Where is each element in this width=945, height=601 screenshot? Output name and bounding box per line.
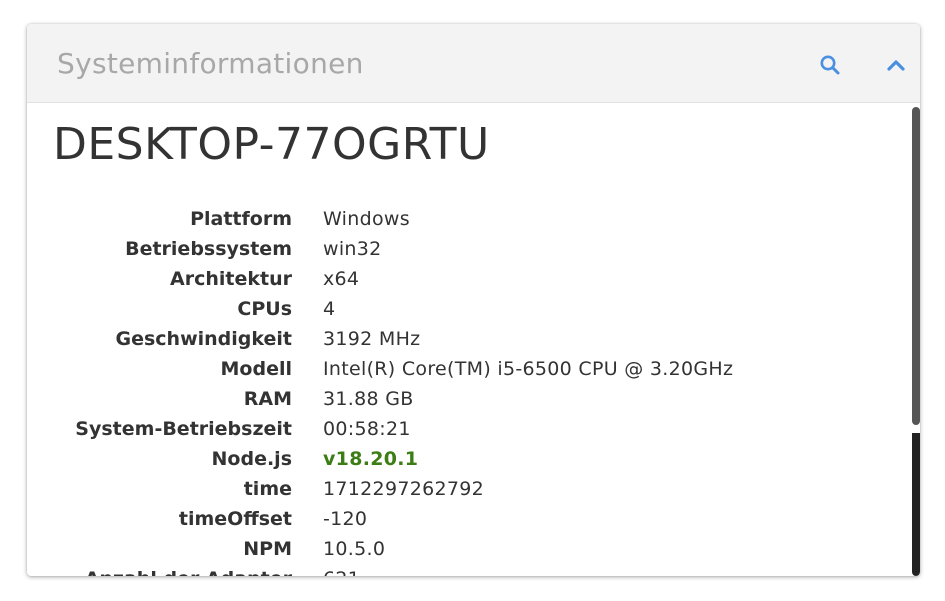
info-value: Windows: [323, 208, 410, 230]
info-label: Betriebssystem: [125, 238, 292, 260]
info-label: CPUs: [237, 298, 292, 320]
info-value: 4: [323, 298, 336, 320]
info-label: RAM: [243, 388, 292, 410]
info-label: Anzahl der Adapter: [85, 564, 292, 576]
info-value: 3192 MHz: [323, 328, 421, 350]
info-value: 1712297262792: [323, 478, 485, 500]
node-version-value: v18.20.1: [323, 448, 419, 470]
collapse-button[interactable]: [882, 51, 910, 79]
info-row-modell: Modell Intel(R) Core(TM) i5-6500 CPU @ 3…: [27, 354, 887, 384]
panel-body: DESKTOP-77OGRTU Plattform Windows Betrie…: [27, 103, 920, 576]
panel-title: Systeminformationen: [57, 47, 364, 80]
info-label: NPM: [243, 538, 292, 560]
info-row-geschwindigkeit: Geschwindigkeit 3192 MHz: [27, 324, 887, 354]
info-label: Node.js: [211, 448, 292, 470]
scrollbar-track-lower[interactable]: [912, 433, 920, 576]
info-value: win32: [323, 238, 382, 260]
info-label: time: [243, 478, 292, 500]
info-row-time: time 1712297262792: [27, 474, 887, 504]
system-info-panel: Systeminformationen DESKTOP-77OGRTU Plat…: [27, 24, 920, 576]
info-value: -120: [323, 508, 368, 530]
info-row-plattform: Plattform Windows: [27, 204, 887, 234]
info-row-betriebssystem: Betriebssystem win32: [27, 234, 887, 264]
hostname-heading: DESKTOP-77OGRTU: [53, 119, 490, 170]
info-label: Plattform: [190, 208, 292, 230]
chevron-up-icon: [887, 60, 905, 71]
scrollbar-thumb[interactable]: [912, 107, 920, 425]
info-row-cpus: CPUs 4: [27, 294, 887, 324]
info-value: Intel(R) Core(TM) i5-6500 CPU @ 3.20GHz: [323, 358, 734, 380]
info-value: 00:58:21: [323, 418, 411, 440]
search-icon: [820, 55, 840, 75]
scrollbar[interactable]: [910, 103, 920, 576]
info-label: Architektur: [170, 268, 292, 290]
info-value: 31.88 GB: [323, 388, 414, 410]
info-row-npm: NPM 10.5.0: [27, 534, 887, 564]
info-value: 10.5.0: [323, 538, 386, 560]
info-label: Geschwindigkeit: [115, 328, 293, 350]
info-value: 621: [323, 564, 360, 576]
info-row-architektur: Architektur x64: [27, 264, 887, 294]
info-row-timeoffset: timeOffset -120: [27, 504, 887, 534]
info-row-adapter-count: Anzahl der Adapter 621: [27, 564, 887, 576]
info-value: x64: [323, 268, 360, 290]
search-button[interactable]: [816, 51, 844, 79]
info-label: System-Betriebszeit: [75, 418, 292, 440]
info-row-uptime: System-Betriebszeit 00:58:21: [27, 414, 887, 444]
info-row-ram: RAM 31.88 GB: [27, 384, 887, 414]
info-label: Modell: [220, 358, 292, 380]
info-label: timeOffset: [178, 508, 292, 530]
info-row-nodejs: Node.js v18.20.1: [27, 444, 887, 474]
panel-header: Systeminformationen: [27, 24, 920, 103]
